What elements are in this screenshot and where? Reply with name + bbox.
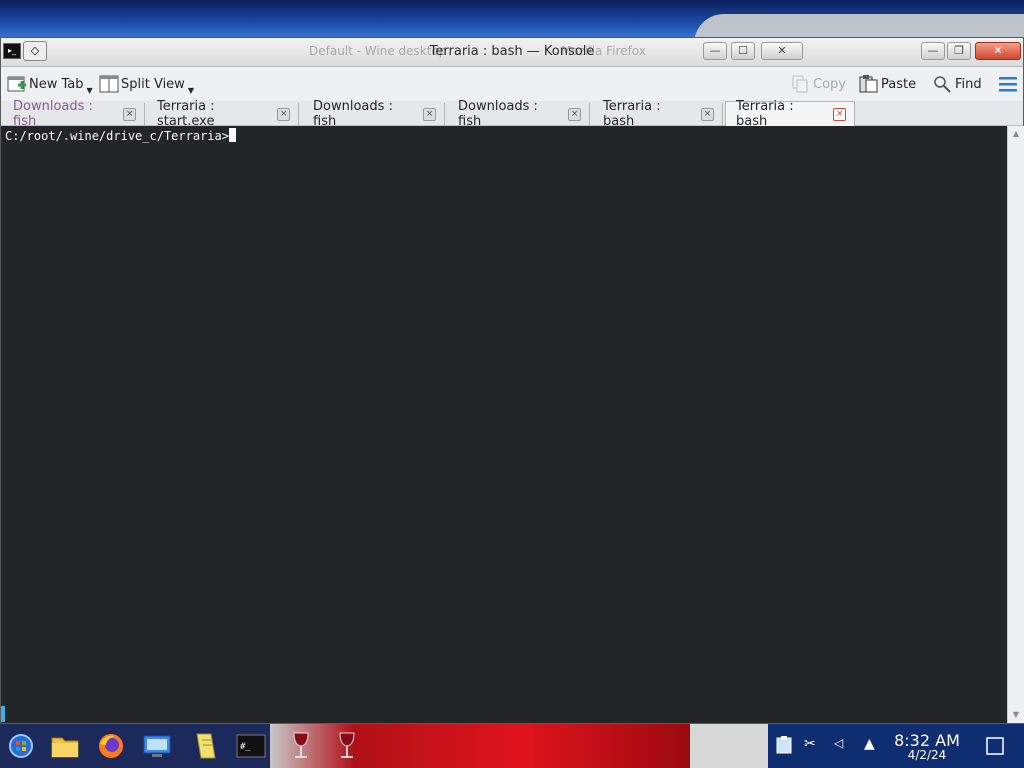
- find-label: Find: [955, 76, 982, 92]
- close-tab-icon[interactable]: ×: [423, 107, 436, 121]
- close-tab-icon[interactable]: ×: [123, 107, 136, 121]
- tab-terraria-bash-1[interactable]: Terraria : bash ×: [593, 99, 723, 129]
- tab-terraria-start-exe[interactable]: Terraria : start.exe ×: [147, 99, 299, 129]
- search-icon: [933, 75, 951, 93]
- new-tab-dropdown-icon[interactable]: ▼: [87, 86, 93, 95]
- title-bar[interactable]: ▸_ ◇ Default - Wine desktop Mozilla Fire…: [1, 38, 1023, 67]
- tab-downloads-fish-2[interactable]: Downloads : fish ×: [303, 99, 445, 129]
- copy-button[interactable]: Copy: [791, 74, 846, 94]
- close-tab-icon[interactable]: ×: [833, 107, 846, 121]
- notifications-icon[interactable]: [986, 737, 1004, 759]
- close-button[interactable]: ✕: [975, 42, 1021, 60]
- tab-label: Terraria : bash: [603, 99, 661, 129]
- close-tab-icon[interactable]: ×: [701, 107, 714, 121]
- wine-glass-icon[interactable]: [332, 731, 362, 761]
- shell-prompt: C:/root/.wine/drive_c/Terraria>: [5, 129, 229, 143]
- scroll-up-icon[interactable]: ▲: [1011, 129, 1021, 139]
- bg-maximize-button[interactable]: ☐: [731, 42, 755, 60]
- split-view-label: Split View: [121, 76, 185, 92]
- split-view-dropdown-icon[interactable]: ▼: [188, 86, 194, 95]
- tab-label: Downloads : fish: [13, 99, 93, 129]
- close-tab-icon[interactable]: ×: [277, 107, 290, 121]
- scissors-tray-icon[interactable]: ✂: [804, 736, 816, 752]
- control-panel-icon[interactable]: [142, 731, 172, 761]
- taskbar: #_ ✂ ◁ ▲ 8:32 AM 4/2/24: [0, 724, 1024, 768]
- window-title: Terraria : bash — Konsole: [429, 44, 595, 59]
- clock-date[interactable]: 4/2/24: [880, 748, 974, 762]
- start-menu-icon[interactable]: [6, 731, 36, 761]
- tab-downloads-fish-1[interactable]: Downloads : fish ×: [3, 99, 145, 129]
- volume-tray-icon[interactable]: ◁: [834, 736, 843, 750]
- restore-button[interactable]: ❐: [947, 42, 971, 60]
- tab-label: Terraria : start.exe: [157, 99, 215, 129]
- paste-button[interactable]: Paste: [859, 74, 916, 94]
- paste-label: Paste: [881, 76, 917, 92]
- console-icon[interactable]: #_: [236, 731, 266, 761]
- tab-terraria-bash-active[interactable]: Terraria : bash ×: [725, 99, 855, 129]
- paste-icon: [859, 75, 878, 93]
- scroll-marker: [1, 706, 5, 722]
- tab-downloads-fish-3[interactable]: Downloads : fish ×: [448, 99, 590, 129]
- terminal-scrollbar[interactable]: ▲ ▼: [1007, 126, 1024, 723]
- clipboard-tray-icon[interactable]: [776, 736, 792, 758]
- wine-glass-icon[interactable]: [286, 731, 316, 761]
- close-tab-icon[interactable]: ×: [568, 107, 581, 121]
- new-tab-icon: [7, 75, 26, 93]
- tab-label: Downloads : fish: [458, 99, 538, 129]
- new-tab-button[interactable]: New Tab ▼: [7, 74, 93, 95]
- bg-close-button[interactable]: ✕: [761, 42, 803, 60]
- show-hidden-icons-icon[interactable]: ▲: [864, 736, 875, 752]
- text-cursor: [228, 128, 236, 142]
- tab-label: Terraria : bash: [736, 99, 794, 129]
- tab-bar: Downloads : fish × Terraria : start.exe …: [1, 99, 1023, 129]
- main-toolbar: New Tab ▼ Split View ▼ Copy Paste Find: [1, 67, 1023, 102]
- scroll-down-icon[interactable]: ▼: [1011, 710, 1021, 720]
- terminal-output[interactable]: C:/root/.wine/drive_c/Terraria>: [1, 126, 1007, 723]
- taskbar-wallpaper-gray: [690, 724, 770, 768]
- copy-label: Copy: [813, 76, 846, 92]
- bg-minimize-button[interactable]: —: [703, 42, 727, 60]
- new-tab-label: New Tab: [29, 76, 84, 92]
- split-view-button[interactable]: Split View ▼: [99, 74, 194, 95]
- hamburger-menu-icon[interactable]: [999, 74, 1017, 94]
- copy-icon: [791, 75, 809, 93]
- svg-text:#_: #_: [240, 742, 251, 752]
- firefox-icon[interactable]: [96, 731, 126, 761]
- tab-label: Downloads : fish: [313, 99, 393, 129]
- minimize-button[interactable]: —: [921, 42, 945, 60]
- konsole-window: ▸_ ◇ Default - Wine desktop Mozilla Fire…: [0, 37, 1024, 724]
- find-button[interactable]: Find: [933, 74, 982, 94]
- notepad-icon[interactable]: [190, 731, 220, 761]
- split-view-icon: [99, 75, 119, 93]
- file-manager-icon[interactable]: [50, 731, 80, 761]
